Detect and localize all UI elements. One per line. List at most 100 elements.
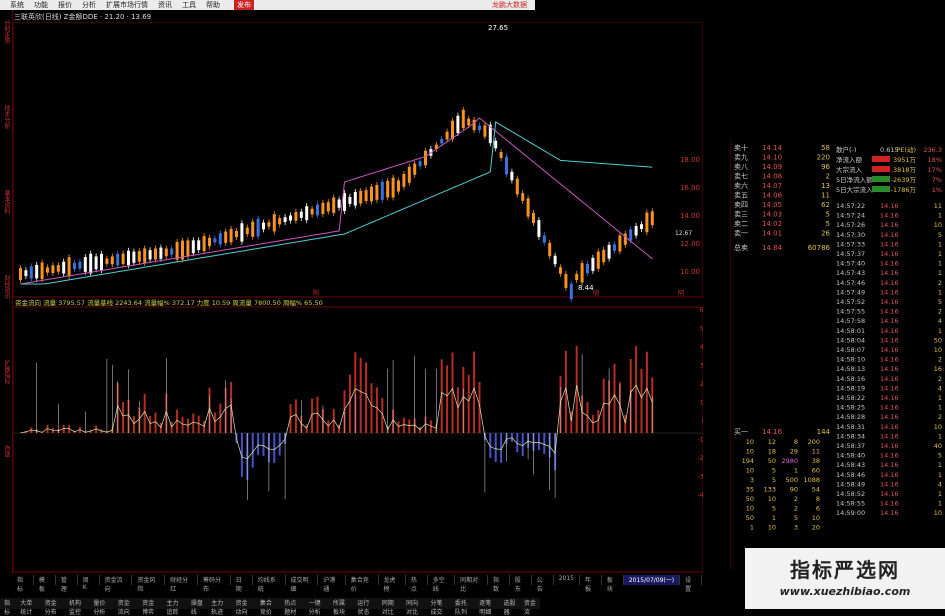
function-tab[interactable]: 操盘线 — [187, 598, 207, 609]
period-tab[interactable]: 模板 — [34, 575, 56, 585]
period-tab[interactable]: 成交明细 — [286, 575, 319, 585]
function-tab[interactable]: 资金动向 — [231, 598, 255, 609]
period-tab[interactable]: 公告 — [532, 575, 554, 585]
function-tab[interactable]: 机构监控 — [65, 598, 89, 609]
rail-item[interactable]: 扩展指标 — [1, 360, 11, 384]
tick-volume: 1 — [938, 212, 942, 220]
period-tab[interactable]: 日期 — [231, 575, 253, 585]
tick-volume: 11 — [934, 202, 942, 210]
function-tab[interactable]: 资金流向 — [114, 598, 138, 609]
candle — [203, 236, 206, 251]
function-tab[interactable]: 指标 — [0, 598, 16, 609]
period-tab[interactable]: 均线系统 — [253, 575, 286, 585]
candle — [397, 180, 400, 191]
function-tab[interactable]: 所属板块 — [329, 598, 353, 609]
menu-item[interactable]: 扩展市场行情 — [106, 0, 148, 10]
period-tab[interactable]: 板块 — [602, 575, 624, 585]
tick-volume: 1 — [938, 471, 942, 479]
candle — [581, 263, 584, 282]
sell-level-volume: 96 — [821, 163, 830, 171]
function-tab[interactable]: 运行状态 — [353, 598, 377, 609]
candle — [645, 213, 648, 233]
candle — [386, 181, 389, 198]
period-tab[interactable]: 筹码分布 — [198, 575, 231, 585]
function-tab[interactable]: 选股器 — [500, 598, 520, 609]
flow-bar — [182, 417, 184, 433]
flow-tick: 1000 — [700, 400, 703, 407]
period-tab[interactable]: 资金风险 — [132, 575, 165, 585]
function-tab[interactable]: 量价分析 — [89, 598, 113, 609]
function-tab[interactable]: 分笔成交 — [426, 598, 450, 609]
tick-time: 14:58:37 — [836, 442, 865, 450]
function-tab[interactable]: 同期对比 — [378, 598, 402, 609]
period-tab[interactable]: 年报 — [580, 575, 602, 585]
period-tab[interactable]: 财经分红 — [165, 575, 198, 585]
tick-price: 14.16 — [880, 432, 899, 440]
rail-item[interactable]: 分时走势 — [1, 20, 11, 44]
tick-time: 14:57:55 — [836, 308, 865, 316]
menu-item[interactable]: 帮助 — [206, 0, 220, 10]
candle — [597, 252, 600, 269]
function-tab[interactable]: 集合竞价 — [256, 598, 280, 609]
candle — [246, 228, 249, 234]
menu-item[interactable]: 工具 — [182, 0, 196, 10]
function-tab[interactable]: 逐笔明细 — [475, 598, 499, 609]
flow-bar — [349, 375, 351, 433]
function-tabs[interactable]: 指标大单统计资金分布机构监控量价分析资金流向资金博弈主力追踪操盘线主力轨迹资金动… — [0, 598, 540, 609]
period-tab[interactable]: 股东 — [510, 575, 532, 585]
sell-level-volume: 5 — [826, 220, 830, 228]
menu-item[interactable]: 报价 — [58, 0, 72, 10]
period-tab[interactable]: 2015 — [554, 575, 580, 585]
function-tab[interactable]: 委托队列 — [451, 598, 475, 609]
rail-item[interactable]: 基本资料 — [1, 190, 11, 214]
candle — [478, 126, 481, 130]
rail-item[interactable]: 自选 — [1, 445, 11, 457]
quote-panel[interactable]: 卖十14.1458卖九14.10220卖八14.0996卖七14.082卖六14… — [730, 140, 945, 570]
period-tab[interactable]: 管理 — [56, 575, 78, 585]
function-tab[interactable]: 主力追踪 — [162, 598, 186, 609]
period-tab[interactable]: 同期对比 — [455, 575, 488, 585]
menu-item[interactable]: 资讯 — [158, 0, 172, 10]
sell-level-volume: 58 — [821, 144, 830, 152]
tick-time: 14:58:28 — [836, 413, 865, 421]
queue-cell: 10 — [746, 448, 754, 456]
period-tab[interactable]: 周 K — [78, 575, 100, 585]
function-tab[interactable]: 资金分布 — [41, 598, 65, 609]
candle — [19, 268, 22, 280]
tick-volume: 1 — [938, 250, 942, 258]
tick-time: 14:57:49 — [836, 288, 865, 296]
function-tab[interactable]: 大单统计 — [16, 598, 40, 609]
period-tab[interactable]: 设置 — [680, 575, 702, 585]
main-chart-area[interactable]: 18.0016.0014.0012.0010.0027.658.4414.341… — [13, 22, 703, 582]
function-tab[interactable]: 资金博弈 — [138, 598, 162, 609]
period-tabs[interactable]: 指标模板管理周 K资金流向资金风险财经分红筹码分布日期均线系统成交明细沪港通集合… — [12, 575, 702, 585]
menu-item[interactable]: 系统 — [10, 0, 24, 10]
period-tab[interactable]: 集合竞价 — [346, 575, 379, 585]
sell-level-label: 卖十 — [734, 143, 748, 152]
function-tab[interactable]: 资金流 — [520, 598, 540, 609]
function-tab[interactable]: 同向对比 — [402, 598, 426, 609]
period-tab[interactable]: 多空线 — [428, 575, 455, 585]
tick-price: 14.16 — [880, 308, 899, 316]
rail-item[interactable]: 财经资讯 — [1, 275, 11, 299]
menu-item[interactable]: 分析 — [82, 0, 96, 10]
function-tab[interactable]: 主力轨迹 — [207, 598, 231, 609]
rail-item[interactable]: 技术分析 — [1, 105, 11, 129]
period-tab[interactable]: 指数 — [488, 575, 510, 585]
tick-price: 14.16 — [880, 346, 899, 354]
period-tab[interactable]: 龙虎榜 — [379, 575, 406, 585]
period-tab[interactable]: 2015/07/09(一) — [624, 575, 680, 585]
period-tab[interactable]: 沪港通 — [318, 575, 345, 585]
publish-badge[interactable]: 发布 — [234, 0, 254, 10]
period-tab[interactable]: 指标 — [12, 575, 34, 585]
queue-cell: 10 — [768, 524, 776, 532]
tick-price: 14.16 — [880, 269, 899, 277]
menu-item[interactable]: 功能 — [34, 0, 48, 10]
queue-cell: 133 — [764, 486, 776, 494]
function-tab[interactable]: 热点题材 — [280, 598, 304, 609]
period-tab[interactable]: 资金流向 — [100, 575, 133, 585]
period-tab[interactable]: 热点 — [406, 575, 428, 585]
candle — [305, 206, 308, 220]
tick-price: 14.16 — [880, 240, 899, 248]
function-tab[interactable]: 一键分析 — [305, 598, 329, 609]
